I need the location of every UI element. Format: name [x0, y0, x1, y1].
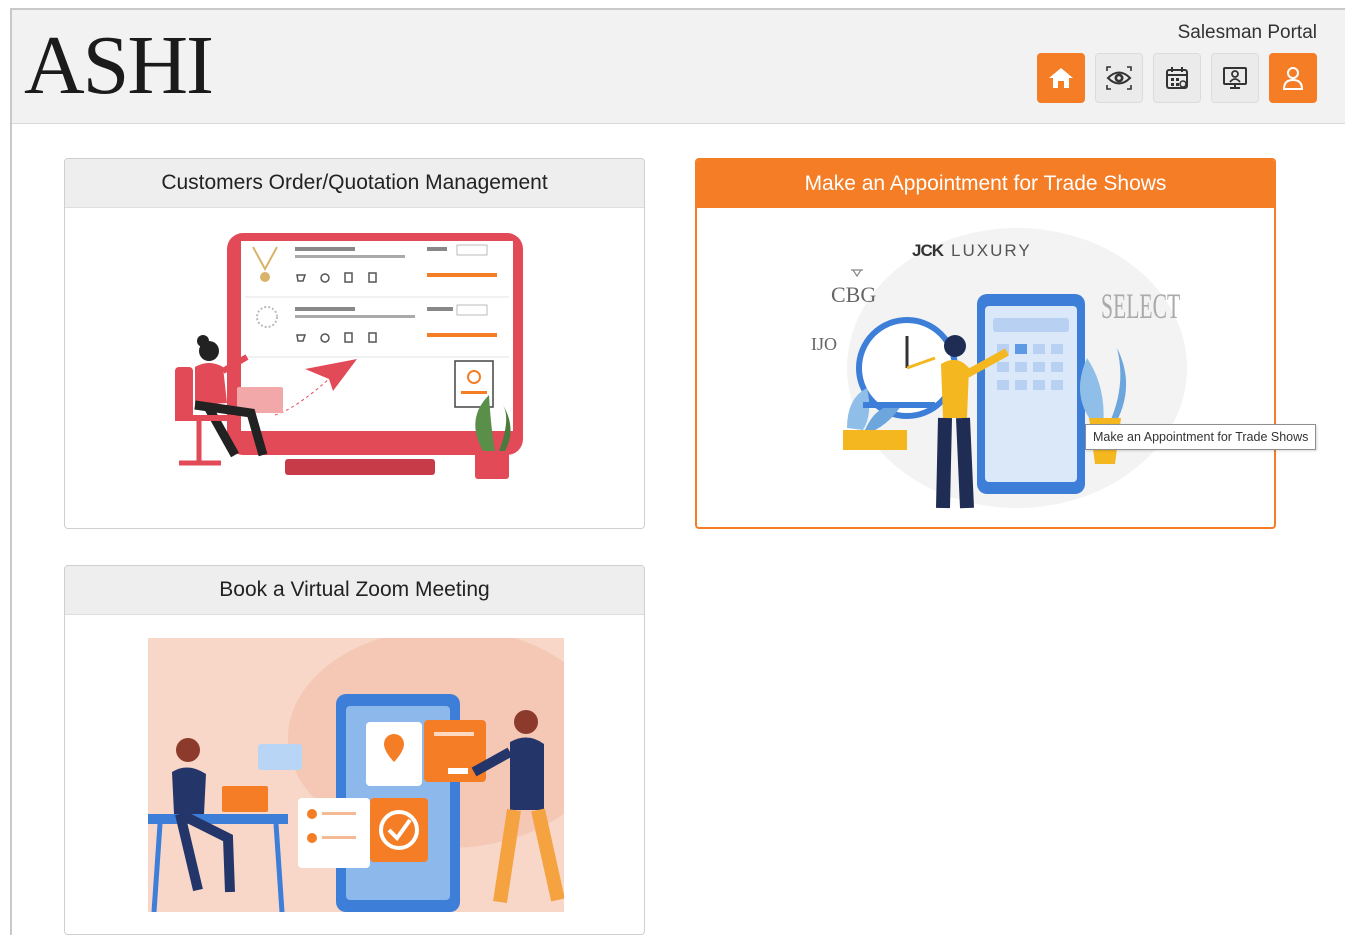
appointments-card[interactable]: Make an Appointment for Trade Shows JCK …: [695, 158, 1276, 529]
svg-text:LUXURY: LUXURY: [951, 241, 1032, 260]
order-management-illustration: [175, 233, 523, 479]
portal-title: Salesman Portal: [1177, 22, 1317, 43]
svg-text:CBG: CBG: [831, 282, 876, 307]
eye-target-icon: [1106, 66, 1132, 90]
vision-button[interactable]: [1095, 53, 1143, 103]
virtual-meeting-illustration: [148, 638, 564, 912]
home-button[interactable]: [1037, 53, 1085, 103]
svg-text:JCK: JCK: [912, 241, 945, 260]
calendar-icon: [1166, 67, 1188, 89]
svg-text:SELECT: SELECT: [1101, 288, 1180, 327]
user-icon: [1282, 67, 1304, 90]
header: ASHI Salesman Portal: [12, 10, 1345, 124]
svg-text:IJO: IJO: [811, 334, 837, 354]
ashi-logo[interactable]: ASHI: [24, 24, 214, 108]
calendar-button[interactable]: [1153, 53, 1201, 103]
presentation-button[interactable]: [1211, 53, 1259, 103]
orders-card-title: Customers Order/Quotation Management: [65, 159, 644, 208]
orders-card[interactable]: Customers Order/Quotation Management: [64, 158, 645, 529]
zoom-card[interactable]: Book a Virtual Zoom Meeting: [64, 565, 645, 935]
profile-button[interactable]: [1269, 53, 1317, 103]
home-icon: [1049, 68, 1073, 88]
presentation-icon: [1223, 67, 1247, 89]
trade-show-illustration: JCK LUXURY CBG IJO SELECT: [811, 228, 1187, 509]
zoom-card-title: Book a Virtual Zoom Meeting: [65, 566, 644, 615]
appointments-card-title: Make an Appointment for Trade Shows: [697, 160, 1274, 208]
tooltip: Make an Appointment for Trade Shows: [1085, 424, 1317, 450]
nav-bar: [1037, 53, 1317, 103]
